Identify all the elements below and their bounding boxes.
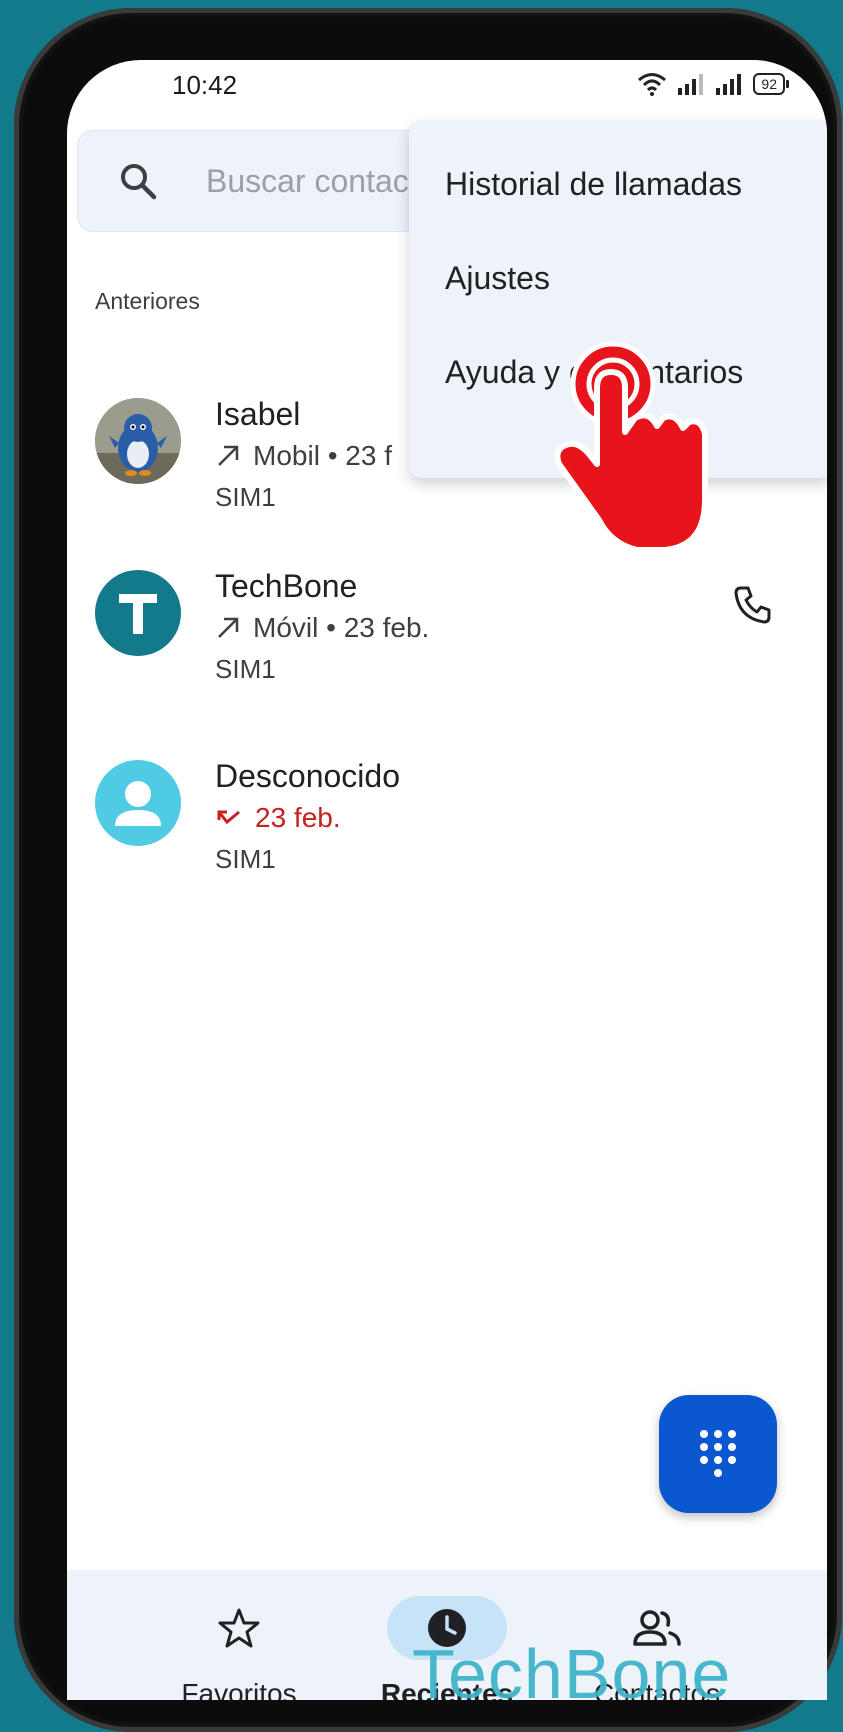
techbone-logo-icon — [119, 594, 157, 634]
nav-label: Favoritos — [181, 1678, 297, 1700]
penguin-photo — [95, 398, 181, 484]
avatar — [95, 760, 181, 846]
call-name: Isabel — [215, 396, 301, 432]
call-detail: Mobil • 23 f — [215, 440, 392, 472]
call-type: 23 feb. — [255, 802, 341, 833]
status-icons: 92 — [637, 72, 789, 96]
avatar — [95, 398, 181, 484]
battery-indicator: 92 — [753, 73, 789, 95]
outgoing-call-icon — [218, 445, 239, 466]
techbone-watermark: TechBone — [412, 1635, 732, 1713]
menu-item-call-history[interactable]: Historial de llamadas — [445, 166, 742, 203]
search-icon — [121, 164, 157, 200]
signal-icon-2 — [716, 74, 742, 95]
missed-call-icon — [217, 810, 240, 825]
status-time: 10:42 — [172, 70, 238, 100]
dialpad-icon — [700, 1430, 736, 1477]
phone-frame: 10:42 92 Buscar contac Anteriores Isabel… — [14, 8, 842, 1732]
call-detail: 23 feb. — [215, 802, 341, 834]
signal-icon — [678, 74, 704, 95]
call-type: Móvil • 23 feb. — [253, 612, 430, 643]
call-item-desconocido[interactable]: Desconocido 23 feb. SIM1 — [67, 740, 827, 900]
menu-item-settings[interactable]: Ajustes — [445, 260, 550, 297]
call-sim: SIM1 — [215, 654, 276, 684]
call-sim: SIM1 — [215, 844, 276, 874]
call-detail: Móvil • 23 feb. — [215, 612, 429, 644]
dialpad-button[interactable] — [659, 1395, 777, 1513]
call-name: Desconocido — [215, 758, 400, 794]
person-icon — [115, 781, 161, 826]
avatar — [95, 570, 181, 656]
section-label: Anteriores — [95, 288, 200, 314]
phone-call-icon[interactable] — [731, 582, 775, 626]
nav-favorites[interactable]: Favoritos — [139, 1570, 339, 1700]
outgoing-call-icon — [218, 617, 239, 638]
search-placeholder: Buscar contac — [206, 162, 409, 199]
screen: 10:42 92 Buscar contac Anteriores Isabel… — [67, 60, 827, 1700]
call-type: Mobil • 23 f — [253, 440, 392, 471]
call-sim: SIM1 — [215, 482, 276, 512]
wifi-icon — [638, 73, 667, 96]
star-icon — [218, 1608, 260, 1648]
tap-hand-icon — [554, 341, 708, 553]
call-item-techbone[interactable]: TechBone Móvil • 23 feb. SIM1 — [67, 550, 827, 710]
call-name: TechBone — [215, 568, 358, 604]
